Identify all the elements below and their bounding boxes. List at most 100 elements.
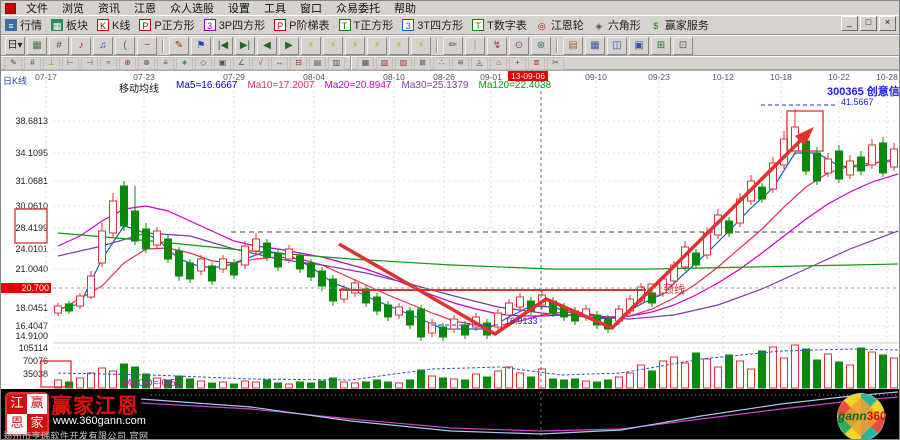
menu-item-9[interactable]: 帮助 [387,0,423,16]
note-red-button[interactable]: ♪ [71,37,91,55]
indicator-title[interactable]: 移动均线 [119,80,159,95]
otimes-button[interactable]: ⊗ [138,57,155,70]
perp-button[interactable]: ⊥ [43,57,60,70]
toolbar-item-winner-service[interactable]: $赢家服务 [650,17,709,33]
restore-button[interactable]: □ [860,16,877,31]
add-button[interactable]: ⊞ [651,37,671,55]
last-button[interactable]: ▶| [235,37,255,55]
bar-button[interactable]: | [465,37,485,55]
panel-button[interactable]: ◫ [607,37,627,55]
toolbar-item-hexagon[interactable]: ◈六角形 [593,17,641,33]
oplus-button[interactable]: ⊕ [119,57,136,70]
layout-button[interactable]: ▦ [27,37,47,55]
flag-button[interactable]: ⚑ [191,37,211,55]
candle-body [550,301,557,313]
toolbar-item-t-square[interactable]: TT正方形 [339,17,394,33]
lines-button[interactable]: ≣ [528,57,545,70]
root-button[interactable]: √ [252,57,269,70]
toolbar-item-gann-wheel[interactable]: ◎江恩轮 [536,17,584,33]
burst-button[interactable]: ⊛ [531,37,551,55]
draw-pen-button[interactable]: ✎ [5,57,22,70]
toolbar-item-quotes[interactable]: ≡行情 [5,17,42,33]
toolbar-item-p-ladder[interactable]: PP阶梯表 [274,17,329,33]
pencil-button[interactable]: ✏ [443,37,463,55]
tackr-button[interactable]: ⊣ [81,57,98,70]
prev-button[interactable]: ◀ [257,37,277,55]
bolt4-button[interactable]: ⚡ [367,37,387,55]
tackl-button[interactable]: ⊢ [62,57,79,70]
volume-bar [825,354,832,388]
zap-button[interactable]: ↯ [487,37,507,55]
menu-item-6[interactable]: 工具 [257,0,293,16]
home-button[interactable]: ⌂ [490,57,507,70]
wave-button[interactable]: ≈ [100,57,117,70]
menu-item-5[interactable]: 设置 [221,0,257,16]
star-button[interactable]: ∗ [176,57,193,70]
volume-bar [264,380,271,388]
hatch2-button[interactable]: ▨ [395,57,412,70]
volume-bar [660,361,667,388]
equiv-button[interactable]: ≡ [157,57,174,70]
target-button[interactable]: ⊙ [509,37,529,55]
waves-button[interactable]: ≋ [452,57,469,70]
calc-button[interactable]: ▤ [563,37,583,55]
volume-bar [198,381,205,388]
bolt2-button[interactable]: ⚡ [323,37,343,55]
toolbar-item-3p-square[interactable]: 33P四方形 [204,17,265,33]
copy-button[interactable]: ⊡ [673,37,693,55]
bolt6-button[interactable]: ⚡ [411,37,431,55]
close-button[interactable]: × [879,16,896,31]
sq-button[interactable]: ▣ [214,57,231,70]
volume-bar [792,345,799,388]
menu-item-4[interactable]: 众人选股 [163,0,221,16]
volume-bar [891,358,898,388]
minimize-button[interactable]: _ [841,16,858,31]
grid-button[interactable]: # [49,37,69,55]
neckline-label: 颈线 [663,281,685,297]
sheet1-button[interactable]: ▤ [309,57,326,70]
toolbar-item-3t-square[interactable]: 33T四方形 [402,17,463,33]
next-button[interactable]: ▶ [279,37,299,55]
toolbar-item-t-table[interactable]: TT数字表 [472,17,527,33]
toolbar-item-sectors[interactable]: ▦板块 [51,17,88,33]
hash-button[interactable]: # [24,57,41,70]
menu-item-3[interactable]: 江恩 [127,0,163,16]
boxminus-button[interactable]: ⊟ [290,57,307,70]
paren-button[interactable]: ( [115,37,135,55]
cut-button[interactable]: ✂ [547,57,564,70]
tri-button[interactable]: ◬ [471,57,488,70]
minus-button[interactable]: − [137,37,157,55]
toolbar-item-kline[interactable]: KK线 [97,17,130,33]
menu-item-0[interactable]: 文件 [19,0,55,16]
period-day-button[interactable]: 日▾ [5,37,25,55]
plus-button[interactable]: + [509,57,526,70]
menu-item-8[interactable]: 众易委托 [329,0,387,16]
toolbar-item-p-square[interactable]: PP正方形 [139,17,194,33]
volume-bar [363,382,370,388]
candle-body [803,141,810,171]
menu-item-7[interactable]: 窗口 [293,0,329,16]
bolt5-button[interactable]: ⚡ [389,37,409,55]
note-blue-button[interactable]: ♫ [93,37,113,55]
volume-bar [880,355,887,388]
grid2-button[interactable]: ▦ [357,57,374,70]
diam-button[interactable]: ◇ [195,57,212,70]
dots-button[interactable]: ∴ [433,57,450,70]
angle-button[interactable]: ∠ [233,57,250,70]
menu-item-1[interactable]: 浏览 [55,0,91,16]
pen-button[interactable]: ✎ [169,37,189,55]
first-button[interactable]: |◀ [213,37,233,55]
volume-bar [66,382,73,388]
volume-bar [374,380,381,388]
board-button[interactable]: ▣ [629,37,649,55]
pane-tab[interactable]: 日K线 [3,74,27,87]
table-button[interactable]: ▦ [585,37,605,55]
sheet2-button[interactable]: ▥ [328,57,345,70]
bolt1-button[interactable]: ⚡ [301,37,321,55]
volume-bar [308,383,315,388]
harrow-button[interactable]: ↔ [271,57,288,70]
hatch1-button[interactable]: ▧ [376,57,393,70]
menu-item-2[interactable]: 资讯 [91,0,127,16]
bolt3-button[interactable]: ⚡ [345,37,365,55]
boxx-button[interactable]: ⊠ [414,57,431,70]
